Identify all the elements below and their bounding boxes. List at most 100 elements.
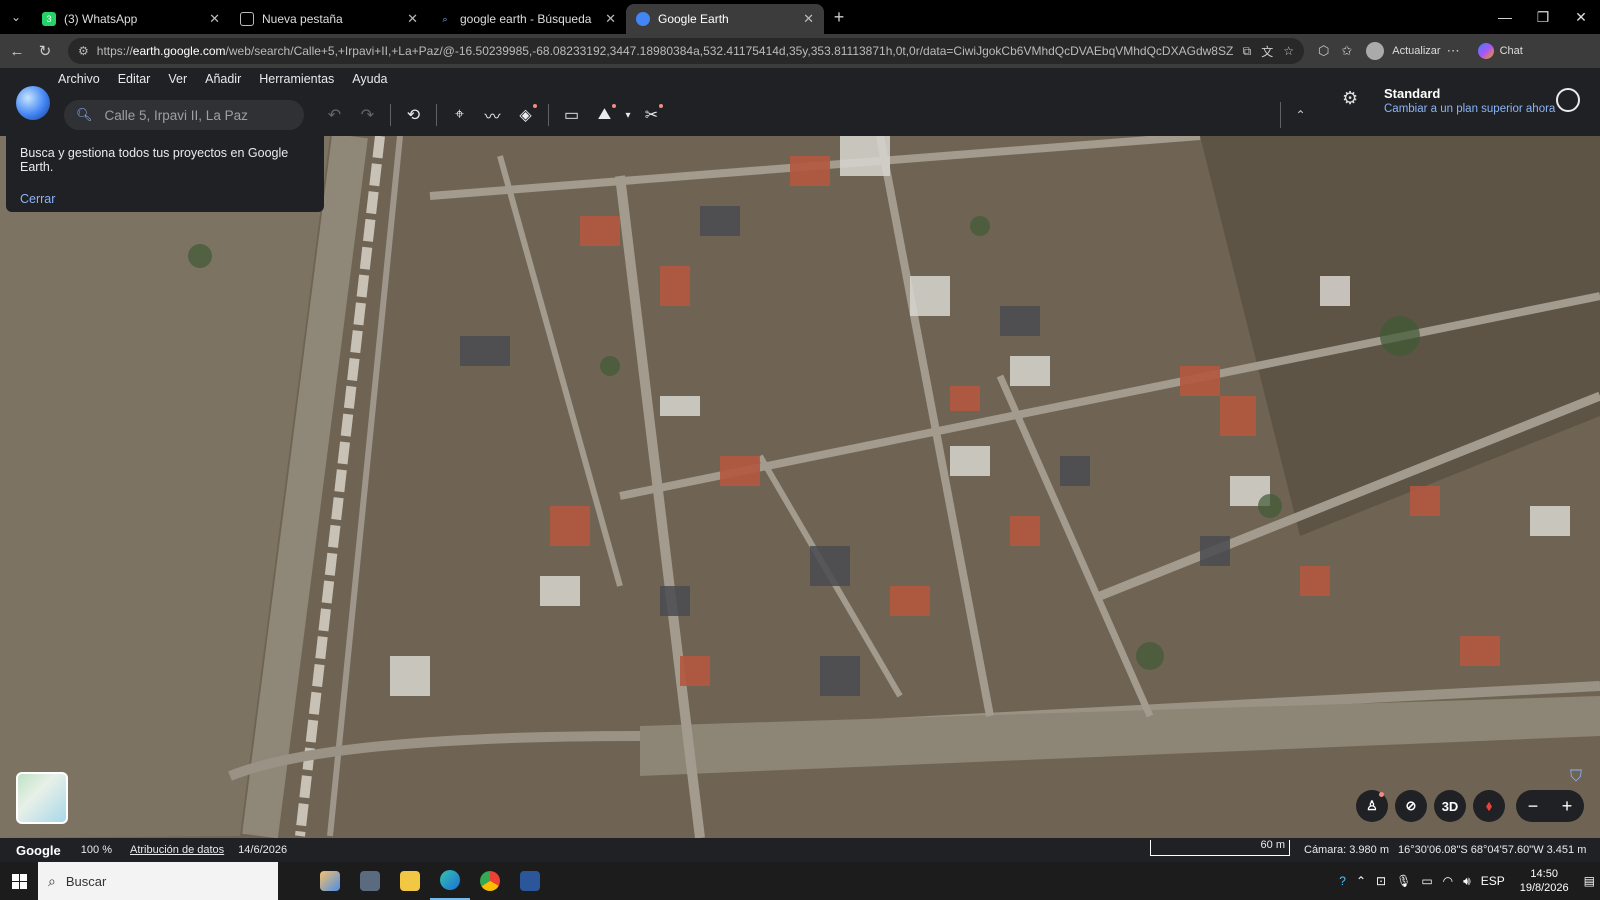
taskbar-app-widgets[interactable] xyxy=(310,862,350,900)
clock[interactable]: 14:50 19/8/2026 xyxy=(1520,867,1569,895)
toggle-3d-button[interactable]: 3D xyxy=(1434,790,1466,822)
site-info-icon[interactable]: ⚙ xyxy=(78,44,89,58)
microphone-icon[interactable]: 🎙︎ xyxy=(1396,874,1411,888)
compass-icon[interactable]: ⬧ xyxy=(1473,790,1505,822)
tab-close-icon[interactable]: ✕ xyxy=(605,11,616,27)
help-icon[interactable]: ? xyxy=(1339,874,1346,888)
settings-gear-icon[interactable]: ⚙ xyxy=(1342,88,1358,109)
close-window-icon[interactable]: ✕ xyxy=(1562,0,1600,34)
screenshot-icon[interactable]: ⛰ xyxy=(588,102,621,128)
page-favicon-icon xyxy=(240,12,254,26)
chrome-icon xyxy=(480,871,500,891)
tab-google-earth[interactable]: Google Earth ✕ xyxy=(626,4,824,34)
zoom-controls: − + xyxy=(1516,790,1584,822)
redo-icon[interactable]: ↷ xyxy=(351,102,384,128)
taskbar-search[interactable]: ⌕ Buscar xyxy=(38,862,278,900)
window-controls: — ❐ ✕ xyxy=(1486,0,1600,34)
tab-close-icon[interactable]: ✕ xyxy=(803,11,814,27)
chat-button[interactable]: Chat xyxy=(1500,45,1523,57)
taskbar-app-calculator[interactable] xyxy=(350,862,390,900)
collapse-toolbar-chevron-icon[interactable]: ⌃ xyxy=(1280,102,1320,128)
favorites-icon[interactable]: ✩ xyxy=(1341,43,1352,59)
tab-whatsapp[interactable]: 3 (3) WhatsApp ✕ xyxy=(32,4,230,34)
menu-herramientas[interactable]: Herramientas xyxy=(259,72,334,86)
tab-close-icon[interactable]: ✕ xyxy=(407,11,418,27)
satellite-map-view[interactable] xyxy=(0,136,1600,838)
search-icon: 🔍︎ xyxy=(76,107,93,122)
language-indicator[interactable]: ESP xyxy=(1481,874,1505,888)
clock-time: 14:50 xyxy=(1530,868,1558,880)
zoom-in-icon[interactable]: + xyxy=(1550,790,1584,822)
tools-icon[interactable]: ✂ xyxy=(635,102,668,128)
account-icon[interactable] xyxy=(1556,88,1580,112)
translate-icon[interactable]: 文 xyxy=(1261,43,1273,60)
tab-new-tab[interactable]: Nueva pestaña ✕ xyxy=(230,4,428,34)
battery-icon[interactable]: ▭ xyxy=(1421,874,1432,888)
update-button[interactable]: Actualizar xyxy=(1392,45,1440,57)
taskbar-app-edge[interactable] xyxy=(430,862,470,900)
plan-name: Standard xyxy=(1384,86,1441,101)
edge-icon xyxy=(440,870,460,890)
taskbar-apps xyxy=(310,862,550,900)
tab-label: Nueva pestaña xyxy=(262,12,343,26)
tab-label: Google Earth xyxy=(658,12,729,26)
notifications-icon[interactable]: ▤ xyxy=(1584,874,1595,888)
earth-search-box[interactable]: 🔍︎ Calle 5, Irpavi II, La Paz xyxy=(64,100,304,130)
taskbar-app-explorer[interactable] xyxy=(390,862,430,900)
shield-icon[interactable]: ⛉ xyxy=(1570,768,1582,786)
tab-google-search[interactable]: ⌕ google earth - Búsqueda ✕ xyxy=(428,4,626,34)
wifi-icon[interactable]: ◠ xyxy=(1443,874,1453,888)
projects-tooltip: Busca y gestiona todos tus proyectos en … xyxy=(6,136,324,212)
search-input[interactable]: Calle 5, Irpavi II, La Paz xyxy=(105,108,248,123)
tab-label: (3) WhatsApp xyxy=(64,12,138,26)
map-style-thumbnail[interactable] xyxy=(16,772,68,824)
data-attribution-link[interactable]: Atribución de datos xyxy=(130,844,224,856)
zoom-out-icon[interactable]: − xyxy=(1516,790,1550,822)
measure-ruler-icon[interactable]: ▭ xyxy=(555,102,588,128)
back-arrow-icon[interactable]: ← xyxy=(6,43,28,60)
earth-logo[interactable] xyxy=(16,86,50,120)
volume-icon[interactable]: 🔊︎ xyxy=(1463,874,1471,889)
install-app-icon[interactable]: ⧉ xyxy=(1243,44,1252,59)
tooltip-text: Busca y gestiona todos tus proyectos en … xyxy=(20,146,289,174)
pegman-icon[interactable]: ♙ xyxy=(1356,790,1388,822)
tooltip-close-link[interactable]: Cerrar xyxy=(20,192,310,206)
menu-editar[interactable]: Editar xyxy=(118,72,151,86)
url-path: /web/search/Calle+5,+Irpavi+II,+La+Paz/@… xyxy=(225,44,1233,58)
windows-taskbar: ⌕ Buscar ? ⌃ ⊡ 🎙︎ ▭ ◠ 🔊︎ ESP 14:50 19/8/… xyxy=(0,862,1600,900)
undo-icon[interactable]: ↶ xyxy=(318,102,351,128)
start-button[interactable] xyxy=(0,862,38,900)
search-icon: ⌕ xyxy=(48,872,56,889)
taskbar-app-word[interactable] xyxy=(510,862,550,900)
profile-avatar[interactable] xyxy=(1366,42,1385,60)
layers-icon[interactable]: ◈ xyxy=(509,102,542,128)
restore-icon[interactable]: ❐ xyxy=(1524,0,1562,34)
address-bar[interactable]: ⚙ https://earth.google.com/web/search/Ca… xyxy=(68,38,1304,64)
tab-close-icon[interactable]: ✕ xyxy=(209,11,220,27)
more-menu-icon[interactable]: ⋯ xyxy=(1447,43,1460,59)
bookmark-star-icon[interactable]: ☆ xyxy=(1283,44,1294,58)
upgrade-plan-link[interactable]: Cambiar a un plan superior ahora xyxy=(1384,103,1555,115)
tray-overflow-chevron-icon[interactable]: ⌃ xyxy=(1356,874,1366,888)
history-icon[interactable]: ⟲ xyxy=(397,102,430,128)
add-placemark-icon[interactable]: ⌖ xyxy=(443,102,476,128)
menu-ayuda[interactable]: Ayuda xyxy=(352,72,387,86)
copilot-icon[interactable] xyxy=(1477,43,1494,59)
menu-anadir[interactable]: Añadir xyxy=(205,72,241,86)
reload-icon[interactable]: ↻ xyxy=(34,42,56,60)
taskbar-app-chrome[interactable] xyxy=(470,862,510,900)
add-path-icon[interactable]: 〰 xyxy=(476,102,509,128)
dropdown-chevron-icon[interactable]: ▾ xyxy=(621,102,635,128)
minimize-icon[interactable]: — xyxy=(1486,0,1524,34)
system-tray: ? ⌃ ⊡ 🎙︎ ▭ ◠ 🔊︎ ESP 14:50 19/8/2026 ▤ xyxy=(1334,862,1600,900)
scale-bar: 60 m xyxy=(1150,839,1290,856)
extensions-icon[interactable]: ⬡ xyxy=(1318,43,1329,59)
google-logo: Google xyxy=(16,842,61,858)
reset-orientation-icon[interactable]: ⊘ xyxy=(1395,790,1427,822)
new-tab-plus-icon[interactable]: + xyxy=(824,7,854,28)
menu-archivo[interactable]: Archivo xyxy=(58,72,100,86)
camera-icon[interactable]: ⊡ xyxy=(1376,874,1386,888)
tab-search-menu-icon[interactable]: ⌄ xyxy=(0,0,32,34)
menu-ver[interactable]: Ver xyxy=(168,72,187,86)
calculator-icon xyxy=(360,871,380,891)
